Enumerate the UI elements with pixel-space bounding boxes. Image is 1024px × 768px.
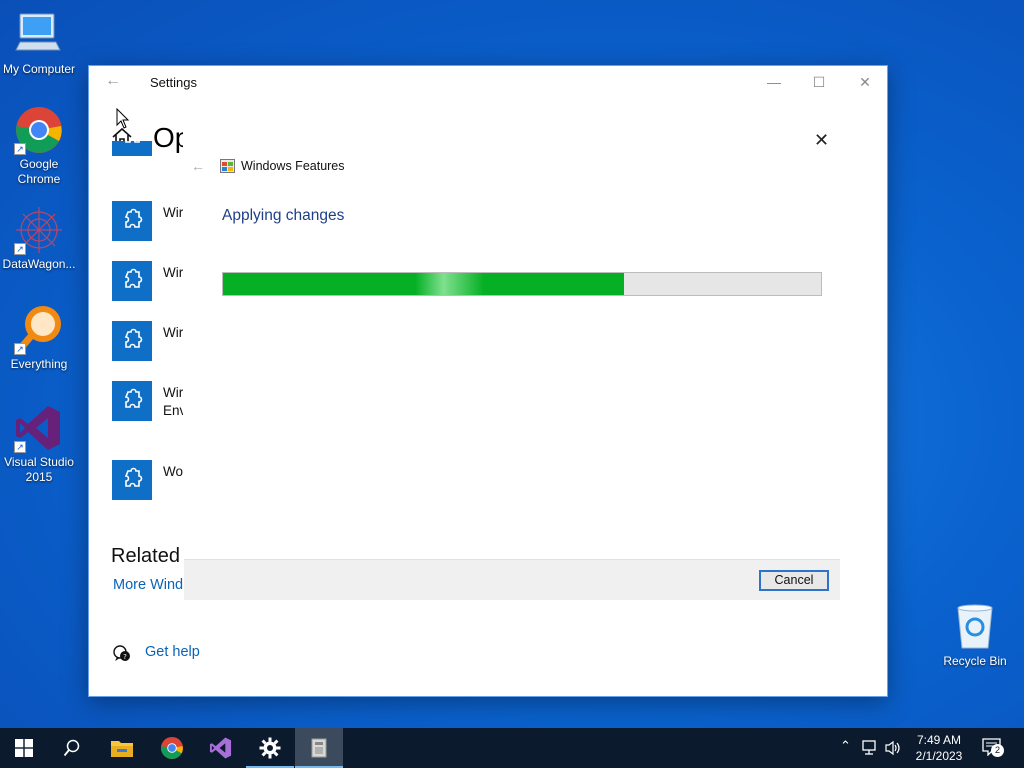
progress-fill — [223, 273, 624, 295]
dialog-back-arrow-icon: ← — [191, 158, 205, 174]
feature-tile — [112, 261, 152, 301]
back-arrow-icon[interactable]: ← — [105, 72, 121, 90]
puzzle-icon — [124, 328, 143, 348]
chrome-icon — [160, 736, 184, 760]
shortcut-arrow-icon: ↗ — [14, 441, 26, 453]
desktop-icon-my-computer[interactable]: My Computer — [0, 10, 78, 77]
feature-label: Wir — [163, 265, 183, 280]
desktop-icon-label: Everything — [10, 357, 68, 371]
start-button[interactable] — [0, 728, 48, 768]
windows-logo-icon — [15, 739, 33, 757]
desktop-icon-label: My Computer — [2, 62, 76, 76]
desktop-icon-label: Visual Studio 2015 — [4, 455, 74, 484]
settings-window: ← Settings — ☐ ✕ Optional features Wir — [88, 65, 888, 697]
windows-features-dialog: ✕ ← Windows Features Applying changes Ca… — [184, 121, 840, 600]
mouse-cursor-icon — [116, 108, 130, 129]
desktop-icon-label: Recycle Bin — [943, 654, 1007, 668]
feature-label: Wir — [163, 325, 183, 340]
feature-tile — [112, 381, 152, 421]
visual-studio-icon: ↗ — [14, 403, 64, 453]
chrome-icon: ↗ — [14, 105, 64, 155]
window-title: Settings — [150, 75, 197, 90]
applying-changes-heading: Applying changes — [222, 207, 345, 224]
clock-time: 7:49 AM — [916, 733, 962, 747]
feature-tile — [112, 141, 152, 156]
system-clock[interactable]: 7:49 AM 2/1/2023 — [906, 732, 972, 764]
desktop-icon-label: DataWagon... — [2, 257, 76, 271]
feature-tile — [112, 321, 152, 361]
title-bar: ← Settings — ☐ ✕ — [89, 66, 887, 99]
volume-icon[interactable] — [885, 740, 901, 756]
dialog-title: Windows Features — [241, 159, 345, 173]
windows-features-icon — [220, 159, 235, 173]
shortcut-arrow-icon: ↗ — [14, 243, 26, 255]
search-button[interactable] — [48, 728, 96, 768]
desktop-icon-recycle-bin[interactable]: Recycle Bin — [936, 602, 1014, 669]
computer-icon — [14, 10, 64, 60]
clock-date: 2/1/2023 — [915, 749, 963, 763]
action-center-button[interactable]: 2 — [982, 738, 1004, 758]
network-icon[interactable] — [862, 740, 880, 756]
recycle-bin-icon — [950, 602, 1000, 652]
shortcut-arrow-icon: ↗ — [14, 343, 26, 355]
puzzle-icon — [124, 467, 143, 487]
close-button[interactable]: ✕ — [850, 71, 880, 93]
puzzle-icon — [125, 141, 140, 143]
taskbar-visual-studio[interactable] — [197, 728, 245, 768]
desktop-icon-everything[interactable]: ↗ Everything — [0, 305, 78, 372]
feature-tile — [112, 460, 152, 500]
shortcut-arrow-icon: ↗ — [14, 143, 26, 155]
related-heading: Related — [111, 545, 180, 567]
dialog-close-icon[interactable]: ✕ — [814, 130, 829, 151]
minimize-button[interactable]: — — [759, 71, 789, 93]
taskbar-file-explorer[interactable] — [98, 728, 146, 768]
puzzle-icon — [124, 388, 143, 408]
puzzle-icon — [124, 208, 143, 228]
windows-features-icon — [311, 738, 327, 758]
visual-studio-icon — [209, 737, 232, 759]
progress-bar — [222, 272, 822, 296]
gear-icon — [259, 737, 281, 759]
feature-label: Wo — [163, 464, 183, 479]
desktop-icon-label: Google Chrome — [17, 157, 61, 186]
feature-label: Wir — [163, 205, 183, 220]
desktop-icon-google-chrome[interactable]: ↗ Google Chrome — [0, 105, 78, 187]
search-icon — [63, 739, 80, 757]
folder-icon — [111, 741, 133, 757]
maximize-button[interactable]: ☐ — [804, 71, 834, 93]
notification-count-badge: 2 — [991, 744, 1004, 757]
taskbar-windows-features[interactable] — [295, 728, 343, 768]
magnifier-icon: ↗ — [14, 305, 64, 355]
desktop-icon-visual-studio[interactable]: ↗ Visual Studio 2015 — [0, 403, 78, 485]
desktop-icon-datawagon[interactable]: ↗ DataWagon... — [0, 205, 78, 272]
svg-text:?: ? — [123, 653, 127, 661]
dialog-footer: Cancel — [184, 559, 840, 600]
help-chat-icon: ? — [113, 645, 130, 661]
taskbar-chrome[interactable] — [148, 728, 196, 768]
feature-tile — [112, 201, 152, 241]
datawagon-icon: ↗ — [14, 205, 64, 255]
taskbar-settings[interactable] — [246, 728, 294, 768]
cancel-button[interactable]: Cancel — [759, 570, 829, 591]
tray-chevron-up-icon[interactable]: ⌃ — [840, 738, 851, 754]
get-help-link[interactable]: Get help — [145, 644, 200, 660]
puzzle-icon — [124, 268, 143, 288]
feature-label: Wir Env — [163, 385, 183, 418]
more-windows-features-link[interactable]: More Wind — [113, 577, 183, 593]
taskbar: ⌃ 7:49 AM 2/1/2023 2 — [0, 728, 1024, 768]
